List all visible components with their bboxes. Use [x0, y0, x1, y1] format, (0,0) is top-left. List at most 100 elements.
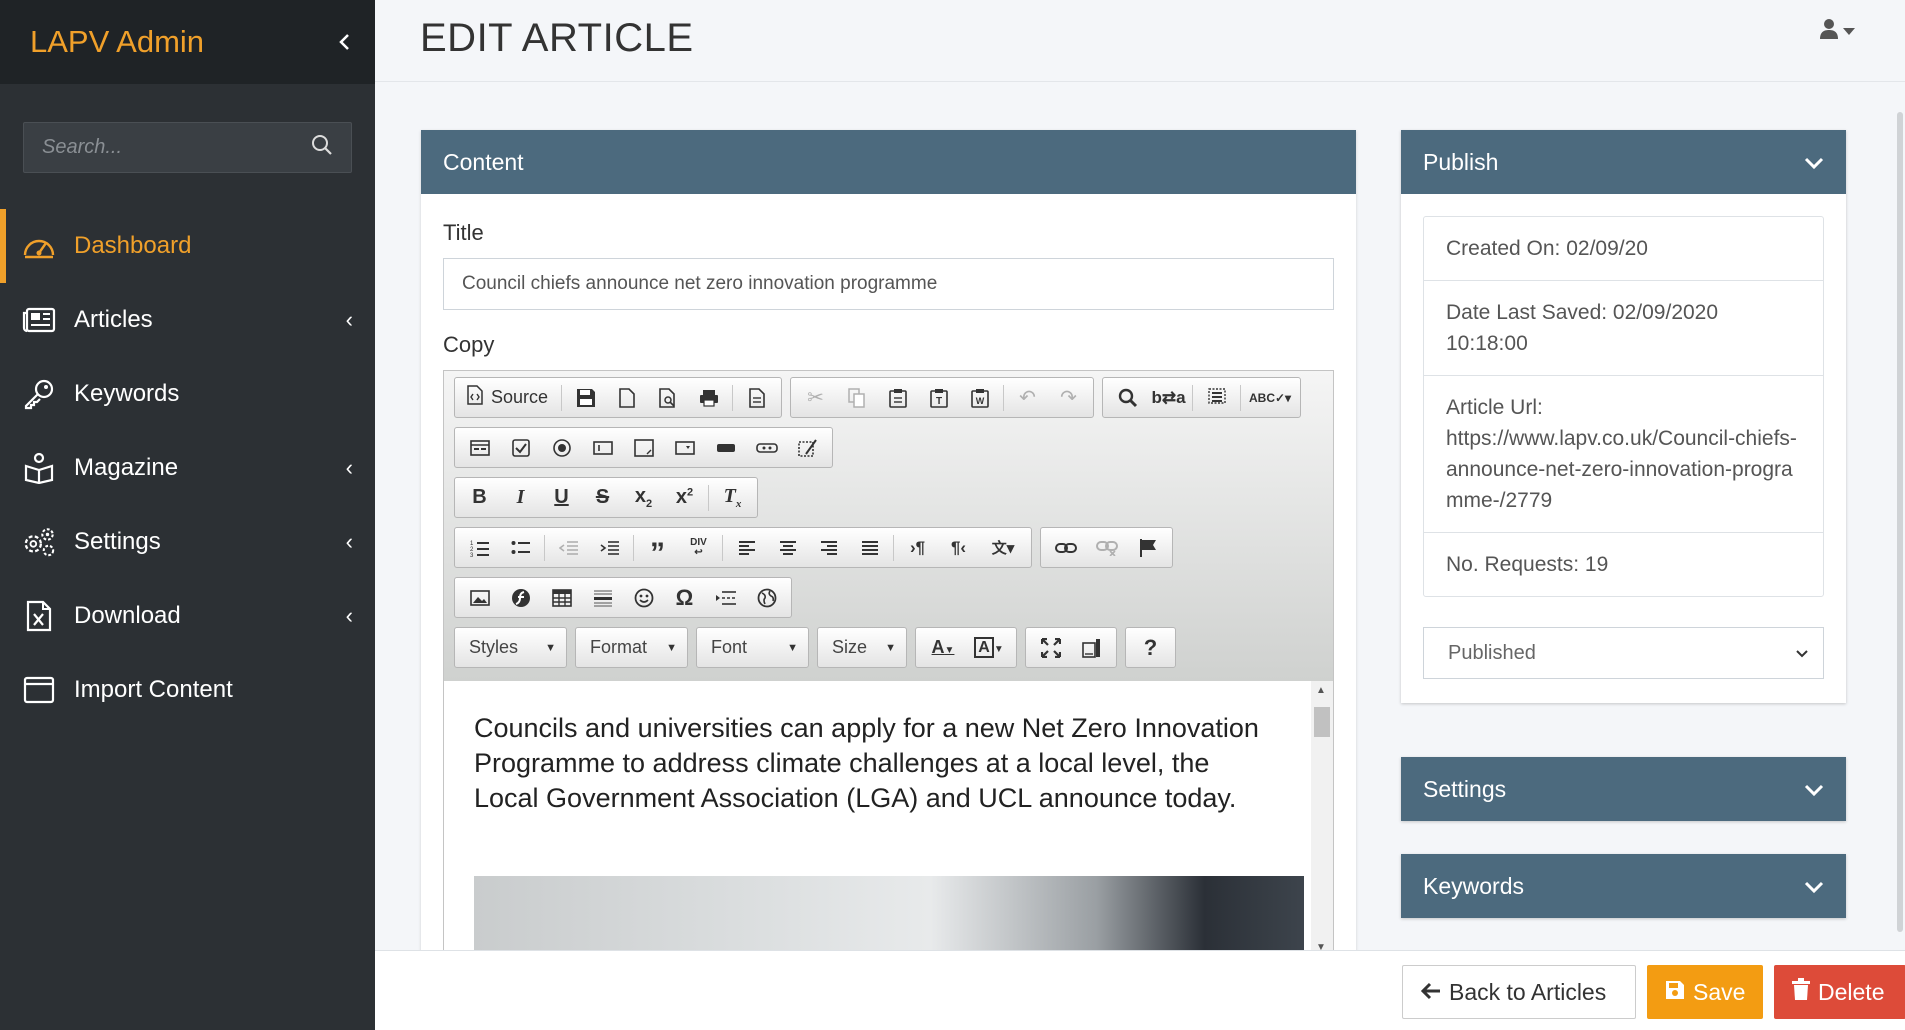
sidebar-item-download[interactable]: Download ‹: [0, 579, 375, 653]
sidebar-item-keywords[interactable]: Keywords: [0, 357, 375, 431]
page-scrollbar[interactable]: [1895, 82, 1905, 950]
find-button[interactable]: [1107, 379, 1148, 416]
save-button[interactable]: Save: [1647, 965, 1763, 1019]
article-body-text[interactable]: Councils and universities can apply for …: [474, 711, 1274, 816]
back-to-articles-button[interactable]: Back to Articles: [1402, 965, 1636, 1019]
title-input[interactable]: Council chiefs announce net zero innovat…: [443, 258, 1334, 310]
undo-button[interactable]: ↶: [1007, 379, 1048, 416]
show-blocks-button[interactable]: [1071, 629, 1112, 666]
horizontal-rule-button[interactable]: [582, 579, 623, 616]
image-button-field-button[interactable]: [746, 429, 787, 466]
smiley-button[interactable]: [623, 579, 664, 616]
link-button[interactable]: [1045, 529, 1086, 566]
bg-color-button[interactable]: A ▼: [966, 629, 1012, 666]
create-div-button[interactable]: DIV ↩: [678, 529, 719, 566]
about-button[interactable]: ?: [1130, 629, 1171, 666]
image-button[interactable]: [459, 579, 500, 616]
paste-button[interactable]: [877, 379, 918, 416]
paste-word-button[interactable]: W: [959, 379, 1000, 416]
sidebar-collapse-icon[interactable]: [337, 27, 351, 58]
ltr-button[interactable]: ›¶: [897, 529, 938, 566]
replace-button[interactable]: b⇄a: [1148, 379, 1189, 416]
numbered-list-button[interactable]: 123: [459, 529, 500, 566]
sidebar-item-dashboard[interactable]: Dashboard: [0, 209, 375, 283]
chevron-down-icon[interactable]: [1804, 149, 1824, 176]
subscript-button[interactable]: x2: [623, 479, 664, 516]
copy-button[interactable]: [836, 379, 877, 416]
textarea-button[interactable]: [623, 429, 664, 466]
paste-text-button[interactable]: T: [918, 379, 959, 416]
source-button[interactable]: Source: [459, 379, 558, 416]
templates-button[interactable]: [736, 379, 777, 416]
table-button[interactable]: [541, 579, 582, 616]
sidebar-item-settings[interactable]: Settings ‹: [0, 505, 375, 579]
editor-scrollbar[interactable]: ▲ ▼: [1311, 681, 1333, 955]
align-center-button[interactable]: [767, 529, 808, 566]
page-break-button[interactable]: [705, 579, 746, 616]
size-combo[interactable]: Size ▼: [817, 627, 907, 668]
font-combo[interactable]: Font ▼: [696, 627, 809, 668]
unlink-button[interactable]: [1086, 529, 1127, 566]
rtl-button[interactable]: ¶‹: [938, 529, 979, 566]
anchor-button[interactable]: [1127, 529, 1168, 566]
align-right-button[interactable]: [808, 529, 849, 566]
cut-button[interactable]: ✂: [795, 379, 836, 416]
iframe-button[interactable]: [746, 579, 787, 616]
scroll-thumb[interactable]: [1314, 707, 1330, 737]
language-button[interactable]: 文▾: [979, 529, 1027, 566]
button-field-button[interactable]: [705, 429, 746, 466]
bulleted-list-button[interactable]: [500, 529, 541, 566]
status-select[interactable]: Published: [1423, 627, 1824, 679]
font-combo-label: Font: [711, 637, 748, 657]
format-combo[interactable]: Format ▼: [575, 627, 688, 668]
print-button[interactable]: [688, 379, 729, 416]
flash-button[interactable]: [500, 579, 541, 616]
keywords-panel-header[interactable]: Keywords: [1401, 854, 1846, 918]
new-page-button[interactable]: [606, 379, 647, 416]
styles-combo[interactable]: Styles ▼: [454, 627, 567, 668]
scroll-up-icon[interactable]: ▲: [1316, 685, 1326, 696]
publish-panel-header[interactable]: Publish: [1401, 130, 1846, 194]
page-scroll-thumb[interactable]: [1897, 112, 1903, 932]
form-button[interactable]: [459, 429, 500, 466]
select-field-button[interactable]: [664, 429, 705, 466]
select-all-button[interactable]: [1196, 379, 1237, 416]
bold-button[interactable]: B: [459, 479, 500, 516]
search-icon[interactable]: [311, 134, 333, 161]
sidebar-item-articles[interactable]: Articles ‹: [0, 283, 375, 357]
editor-content-area[interactable]: Councils and universities can apply for …: [444, 681, 1333, 955]
strike-button[interactable]: S: [582, 479, 623, 516]
remove-format-button[interactable]: Tx: [712, 479, 753, 516]
user-menu[interactable]: [1819, 18, 1855, 45]
chevron-down-icon[interactable]: [1804, 776, 1824, 803]
underline-button[interactable]: U: [541, 479, 582, 516]
superscript-button[interactable]: x2: [664, 479, 705, 516]
delete-button[interactable]: Delete: [1774, 965, 1905, 1019]
spellcheck-button[interactable]: ABC✓▾: [1244, 379, 1296, 416]
align-left-button[interactable]: [726, 529, 767, 566]
justify-button[interactable]: [849, 529, 890, 566]
italic-button[interactable]: I: [500, 479, 541, 516]
article-body-image[interactable]: [474, 876, 1304, 955]
sidebar-item-import-content[interactable]: Import Content: [0, 653, 375, 727]
radio-button[interactable]: [541, 429, 582, 466]
indent-button[interactable]: [589, 529, 630, 566]
preview-button[interactable]: [647, 379, 688, 416]
chevron-down-icon[interactable]: [1804, 873, 1824, 900]
article-url-value[interactable]: https://www.lapv.co.uk/Council-chiefs-an…: [1446, 423, 1801, 516]
sidebar-item-magazine[interactable]: Magazine ‹: [0, 431, 375, 505]
search-input[interactable]: [42, 136, 311, 159]
settings-panel-header[interactable]: Settings: [1401, 757, 1846, 821]
redo-button[interactable]: ↷: [1048, 379, 1089, 416]
text-color-button[interactable]: A▼: [920, 629, 966, 666]
maximize-button[interactable]: [1030, 629, 1071, 666]
brand-name[interactable]: LAPV Admin: [30, 24, 204, 60]
checkbox-button[interactable]: [500, 429, 541, 466]
text-field-button[interactable]: [582, 429, 623, 466]
special-char-button[interactable]: Ω: [664, 579, 705, 616]
save-doc-button[interactable]: [565, 379, 606, 416]
blockquote-button[interactable]: ”: [637, 529, 678, 568]
outdent-button[interactable]: [548, 529, 589, 566]
hidden-field-button[interactable]: [787, 429, 828, 466]
size-combo-label: Size: [832, 637, 868, 657]
